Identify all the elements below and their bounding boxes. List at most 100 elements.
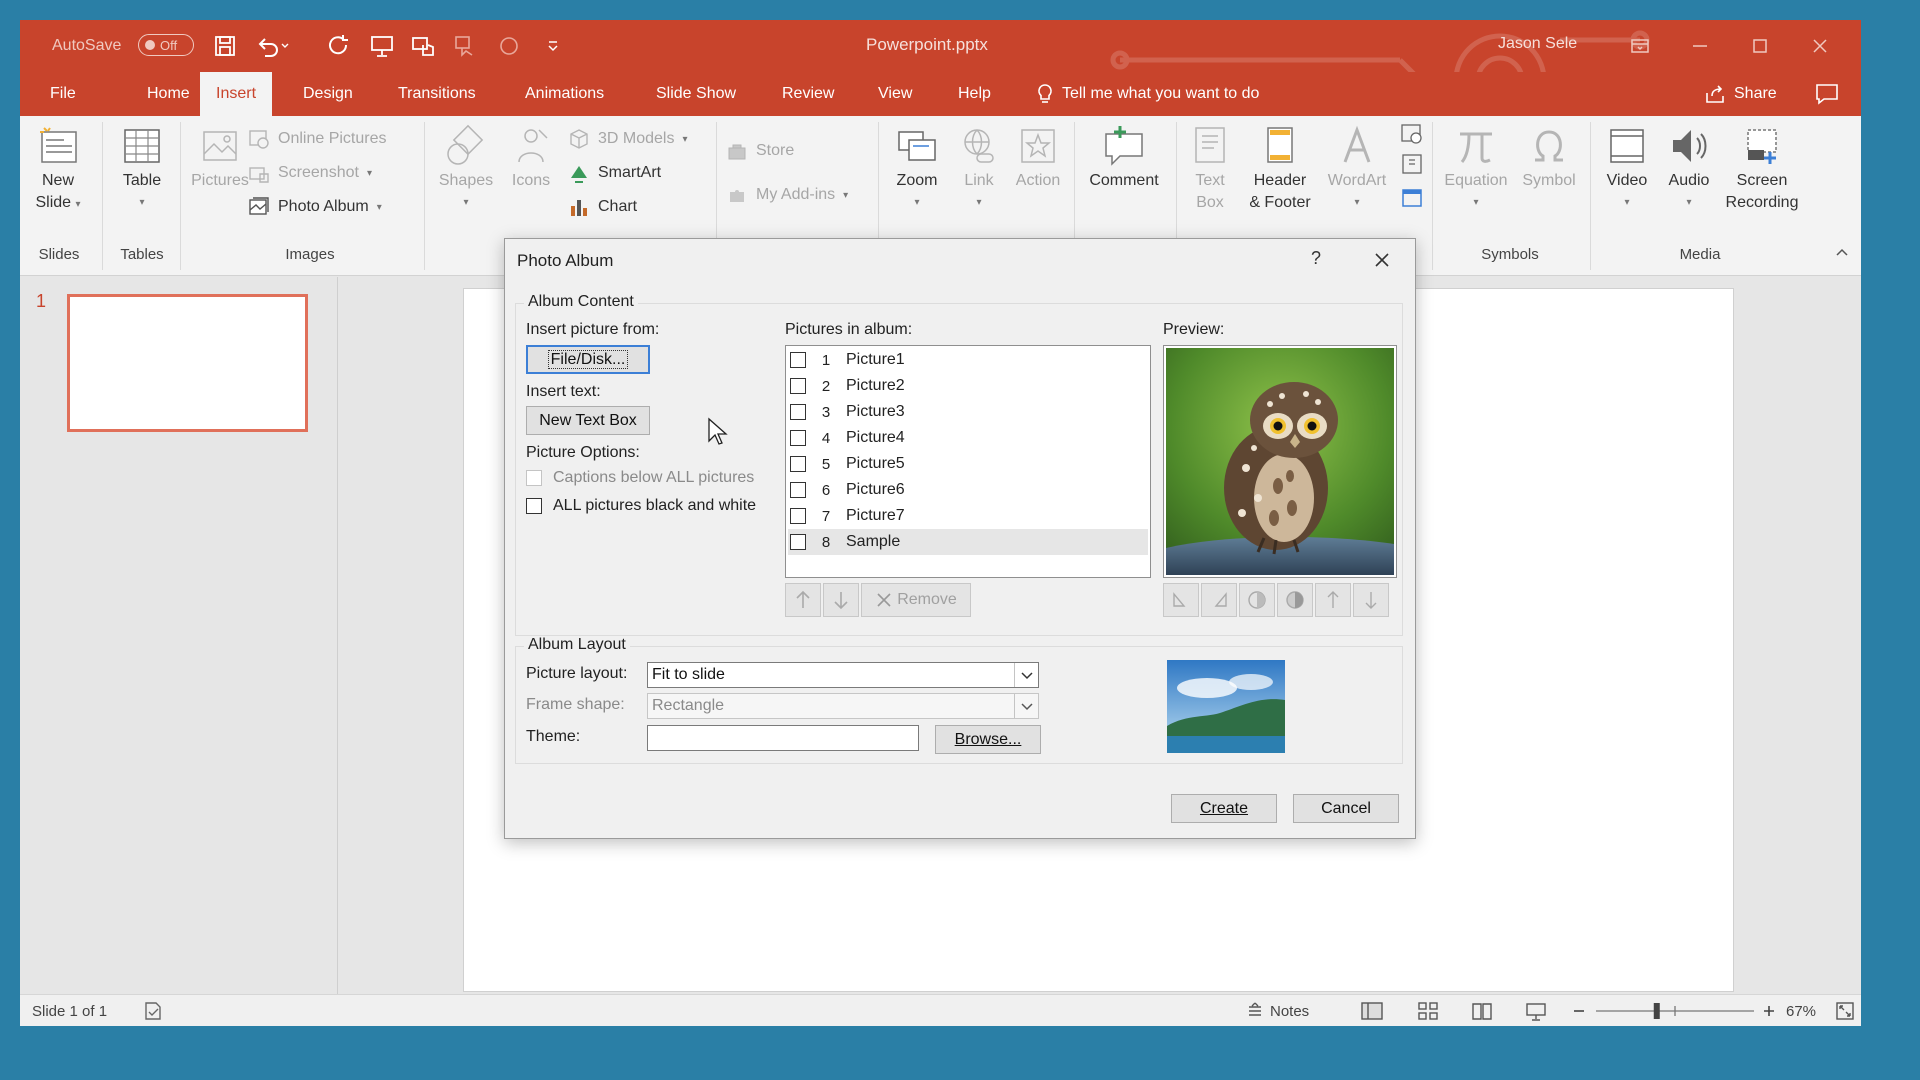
zoom-slider-thumb[interactable]	[1653, 1003, 1660, 1019]
table-button[interactable]: Table ▾	[114, 124, 170, 214]
wordart-icon	[1343, 125, 1371, 163]
header-footer-button[interactable]: Header & Footer	[1242, 124, 1318, 214]
fit-to-window-icon[interactable]	[1834, 995, 1856, 1026]
tab-file[interactable]: File	[34, 72, 92, 116]
online-pictures-button[interactable]: Online Pictures	[248, 124, 387, 154]
cancel-button[interactable]: Cancel	[1293, 794, 1399, 823]
shapes-button[interactable]: Shapes ▾	[436, 124, 496, 214]
tab-help[interactable]: Help	[942, 72, 1007, 116]
present-icon[interactable]	[369, 33, 395, 59]
normal-view-icon[interactable]	[1360, 995, 1384, 1026]
equation-button[interactable]: Equation ▾	[1440, 124, 1512, 214]
new-slide-button[interactable]: New Slide ▾	[30, 124, 86, 216]
text-box-button[interactable]: Text Box	[1184, 124, 1236, 214]
group-label-tables: Tables	[120, 246, 164, 263]
photo-album-button[interactable]: Photo Album ▾	[248, 192, 382, 222]
picture-checkbox[interactable]	[790, 404, 806, 420]
my-addins-button[interactable]: My Add-ins ▾	[726, 180, 848, 210]
slide-number-icon[interactable]	[1400, 152, 1424, 176]
customize-toolbar-icon[interactable]	[540, 33, 566, 59]
comments-icon[interactable]	[1815, 83, 1839, 105]
tab-view[interactable]: View	[862, 72, 928, 116]
slide-sorter-icon[interactable]	[1416, 995, 1440, 1026]
list-item[interactable]: 7 Picture7	[788, 503, 1148, 529]
user-name[interactable]: Jason Sele	[1498, 35, 1577, 53]
link-dropdown-icon: ▾	[976, 197, 982, 208]
touch-mode-icon[interactable]	[411, 33, 437, 59]
audio-button[interactable]: Audio ▾	[1660, 124, 1718, 214]
tab-animations[interactable]: Animations	[509, 72, 620, 116]
action-button[interactable]: Action	[1010, 124, 1066, 192]
tab-slide-show[interactable]: Slide Show	[640, 72, 752, 116]
zoom-out-icon[interactable]	[1572, 995, 1586, 1026]
theme-input[interactable]	[647, 725, 919, 751]
black-white-checkbox[interactable]	[526, 498, 542, 514]
file-disk-button[interactable]: File/Disk...	[526, 345, 650, 374]
close-icon[interactable]	[1369, 247, 1395, 273]
pictures-button[interactable]: Pictures	[188, 124, 252, 192]
separator	[102, 122, 103, 270]
symbol-button[interactable]: Symbol	[1514, 124, 1584, 192]
list-item[interactable]: 6 Picture6	[788, 477, 1148, 503]
slide-show-icon[interactable]	[1524, 995, 1548, 1026]
zoom-button[interactable]: Zoom ▾	[886, 124, 948, 214]
list-item[interactable]: 5 Picture5	[788, 451, 1148, 477]
list-item[interactable]: 2 Picture2	[788, 373, 1148, 399]
reading-view-icon[interactable]	[1470, 995, 1494, 1026]
collapse-ribbon-icon[interactable]	[1834, 244, 1850, 260]
tab-transitions[interactable]: Transitions	[382, 72, 492, 116]
close-window-icon[interactable]	[1806, 32, 1834, 60]
date-time-icon[interactable]	[1400, 122, 1424, 146]
save-icon[interactable]	[212, 33, 238, 59]
smartart-button[interactable]: SmartArt	[568, 158, 661, 188]
picture-checkbox[interactable]	[790, 352, 806, 368]
ribbon-display-icon[interactable]	[1626, 32, 1654, 60]
slide-thumbnail[interactable]	[67, 294, 308, 432]
picture-checkbox[interactable]	[790, 456, 806, 472]
comment-button[interactable]: Comment	[1082, 124, 1166, 192]
picture-checkbox[interactable]	[790, 534, 806, 550]
zoom-in-icon[interactable]	[1762, 995, 1776, 1026]
list-item[interactable]: 1 Picture1	[788, 347, 1148, 373]
notes-button[interactable]: Notes	[1246, 995, 1309, 1026]
zoom-slider[interactable]	[1594, 995, 1756, 1026]
maximize-icon[interactable]	[1746, 32, 1774, 60]
list-item[interactable]: 4 Picture4	[788, 425, 1148, 451]
shape-icon[interactable]	[452, 33, 478, 59]
picture-checkbox[interactable]	[790, 430, 806, 446]
screen-recording-button[interactable]: Screen Recording	[1720, 124, 1804, 214]
browse-button[interactable]: Browse...	[935, 725, 1041, 754]
tab-home[interactable]: Home	[131, 72, 206, 116]
share-button[interactable]: Share	[1704, 72, 1777, 116]
autosave-toggle[interactable]: Off	[138, 34, 194, 56]
picture-checkbox[interactable]	[790, 508, 806, 524]
tell-me-search[interactable]: Tell me what you want to do	[1036, 72, 1259, 116]
zoom-level[interactable]: 67%	[1786, 995, 1816, 1026]
picture-checkbox[interactable]	[790, 378, 806, 394]
tab-insert[interactable]: Insert	[200, 72, 273, 116]
object-icon[interactable]	[1400, 186, 1424, 210]
chart-button[interactable]: Chart	[568, 192, 637, 222]
minimize-icon[interactable]	[1686, 32, 1714, 60]
new-text-box-button[interactable]: New Text Box	[526, 406, 650, 435]
circle-icon[interactable]	[496, 33, 522, 59]
tab-design[interactable]: Design	[287, 72, 369, 116]
tab-review[interactable]: Review	[766, 72, 850, 116]
picture-layout-select[interactable]: Fit to slide	[647, 662, 1039, 688]
link-button[interactable]: Link ▾	[952, 124, 1006, 214]
create-button[interactable]: Create	[1171, 794, 1277, 823]
redo-icon[interactable]	[326, 33, 352, 59]
undo-icon[interactable]	[255, 33, 289, 59]
3d-models-button[interactable]: 3D Models ▾	[568, 124, 688, 154]
pictures-list[interactable]: 1 Picture1 2 Picture2 3 Picture3 4 Picture4 …	[785, 345, 1151, 578]
icons-button[interactable]: Icons	[506, 124, 556, 192]
spell-check-icon[interactable]	[142, 995, 164, 1026]
wordart-button[interactable]: WordArt ▾	[1322, 124, 1392, 214]
screenshot-button[interactable]: Screenshot ▾	[248, 158, 372, 188]
list-item[interactable]: 3 Picture3	[788, 399, 1148, 425]
help-button[interactable]: ?	[1311, 248, 1321, 269]
store-button[interactable]: Store	[726, 136, 794, 166]
picture-checkbox[interactable]	[790, 482, 806, 498]
list-item-selected[interactable]: 8 Sample	[788, 529, 1148, 555]
video-button[interactable]: Video ▾	[1598, 124, 1656, 214]
